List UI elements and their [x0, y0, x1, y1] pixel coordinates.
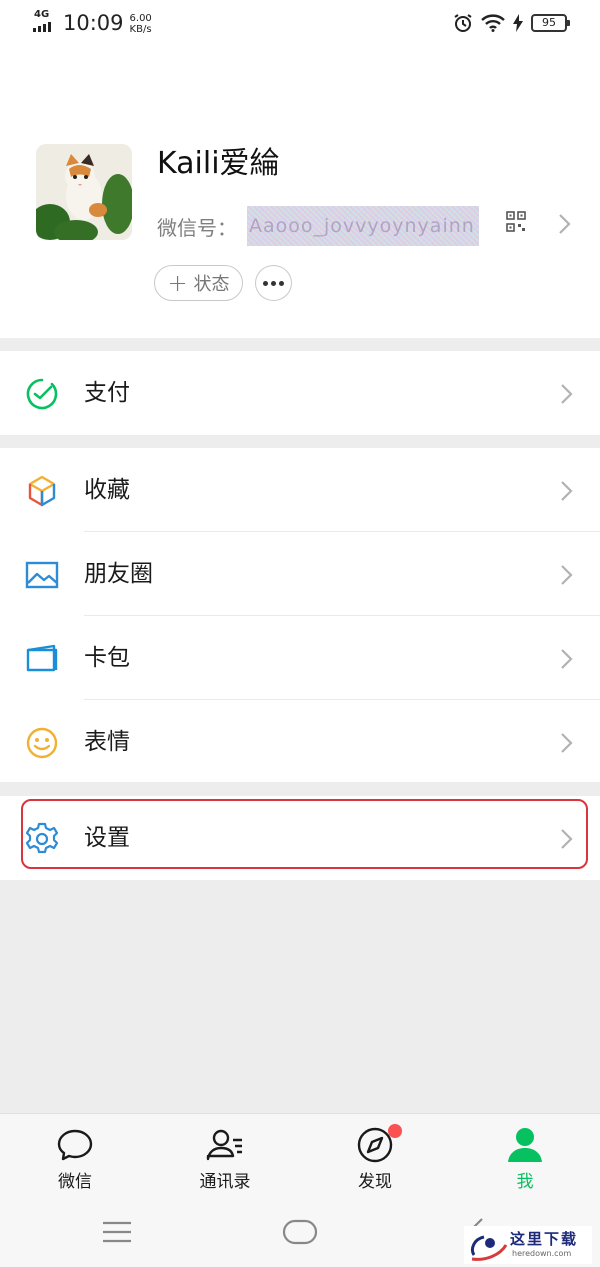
tab-label: 发现 [358, 1172, 392, 1192]
chat-bubble-icon [57, 1129, 93, 1161]
profile-header[interactable]: Kaili爱綸 微信号： Aaooo_jovvyoynyainn + 状态 [0, 48, 600, 338]
signal-indicator: 4G [33, 10, 59, 34]
menu-item-label: 表情 [84, 729, 130, 755]
chevron-right-icon [561, 649, 573, 669]
tab-me[interactable]: 我 [450, 1114, 600, 1200]
add-status-button[interactable]: + 状态 [154, 265, 243, 301]
notification-badge-dot [388, 1124, 402, 1138]
add-status-label: 状态 [193, 274, 230, 295]
chevron-right-icon [561, 733, 573, 753]
more-button[interactable] [255, 265, 292, 301]
tab-label: 我 [516, 1172, 534, 1192]
battery-indicator: 95 [531, 14, 570, 32]
menu-item-label: 卡包 [84, 645, 130, 671]
home-icon[interactable] [282, 1219, 318, 1245]
wifi-icon [481, 14, 505, 32]
menu-group-services: 收藏 朋友圈 卡包 表情 [0, 448, 600, 782]
plus-icon: + [167, 269, 188, 297]
clock: 10:09 [63, 11, 124, 35]
menu-item-pay[interactable]: 支付 [0, 351, 600, 435]
menu-item-moments[interactable]: 朋友圈 [0, 532, 600, 616]
settings-highlight-annotation [21, 799, 588, 869]
wechat-id-obscured: Aaooo_jovvyoynyainn [247, 206, 479, 246]
pay-icon [26, 378, 58, 410]
network-type: 4G [34, 9, 50, 20]
tab-contacts[interactable]: 通讯录 [150, 1114, 300, 1200]
menu-item-label: 朋友圈 [84, 561, 153, 587]
watermark-url: heredown.com [512, 1249, 572, 1258]
network-speed: 6.00 KB/s [130, 13, 152, 35]
more-dot [279, 280, 284, 286]
favorites-cube-icon [28, 475, 56, 507]
me-person-icon [508, 1128, 542, 1162]
avatar[interactable] [36, 144, 132, 240]
smiley-icon [26, 727, 58, 759]
chevron-right-icon [561, 481, 573, 501]
status-left: 4G 10:09 6.00 KB/s [33, 10, 152, 36]
status-bar: 4G 10:09 6.00 KB/s 95 [0, 0, 600, 48]
chevron-right-icon [561, 384, 573, 404]
speed-value: 6.00 [129, 13, 152, 24]
menu-group-pay: 支付 [0, 351, 600, 435]
wechat-id-label: 微信号： [157, 215, 237, 240]
tab-label: 通讯录 [199, 1172, 251, 1192]
more-dot [271, 280, 276, 286]
tab-discover[interactable]: 发现 [300, 1114, 450, 1200]
moments-photo-icon [25, 561, 59, 589]
card-wallet-icon [26, 644, 58, 672]
nickname: Kaili爱綸 [157, 146, 280, 181]
charging-icon [513, 14, 523, 32]
menu-item-label: 支付 [84, 380, 130, 406]
status-right: 95 [453, 13, 570, 33]
avatar-cat-image [36, 144, 132, 240]
menu-icon[interactable] [102, 1221, 132, 1243]
tab-label: 微信 [58, 1172, 92, 1192]
menu-item-cards[interactable]: 卡包 [0, 616, 600, 700]
speed-unit: KB/s [129, 24, 152, 35]
wechat-id-row: 微信号： Aaooo_jovvyoynyainn [157, 206, 479, 246]
menu-item-stickers[interactable]: 表情 [0, 700, 600, 784]
watermark-logo-icon [470, 1235, 508, 1261]
bottom-tab-bar: 微信 通讯录 发现 我 [0, 1113, 600, 1199]
alarm-icon [454, 14, 472, 32]
chevron-right-icon [561, 565, 573, 585]
more-dot [263, 280, 268, 286]
signal-bars-icon [33, 22, 51, 32]
tab-chats[interactable]: 微信 [0, 1114, 150, 1200]
contacts-icon [206, 1129, 242, 1161]
profile-chevron-right-icon[interactable] [558, 213, 572, 235]
watermark-text: 这里下载 [510, 1230, 579, 1248]
site-watermark: 这里下载 heredown.com [464, 1226, 592, 1264]
menu-item-favorites[interactable]: 收藏 [0, 448, 600, 532]
menu-item-label: 收藏 [84, 477, 130, 503]
qr-code-icon[interactable] [506, 211, 526, 233]
